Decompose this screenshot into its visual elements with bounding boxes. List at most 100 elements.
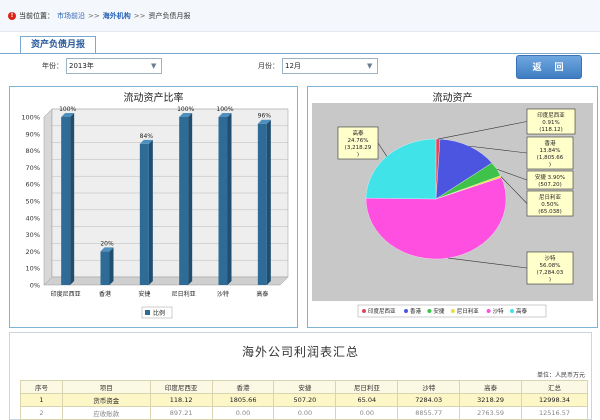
column-header: 高泰 (459, 380, 523, 394)
bar-side (266, 119, 271, 285)
bar-chart: 0% 10% 20% 30% 40% 50% 60% 70% 80% 90% 100% 100% 印度尼… (21, 106, 289, 319)
table-cell: 12516.57 (521, 406, 588, 420)
table-row[interactable]: 2 应收账款 897.21 0.00 0.00 0.00 8855.77 276… (20, 406, 588, 420)
bar (100, 251, 110, 285)
callout-label: ) (549, 277, 551, 283)
column-header: 汇总 (521, 380, 588, 394)
legend-label: 安捷 (433, 307, 445, 315)
table-cell: 1 (20, 393, 63, 407)
legend-label: 印度尼西亚 (368, 307, 396, 315)
table-cell: 3218.29 (459, 393, 523, 407)
filter-row: 年份： 2013年 ▼ 月份： 12月 ▼ (0, 58, 600, 76)
table-header-row: 序号 项目 印度尼西亚 香港 安捷 尼日利亚 沙特 高泰 汇总 (20, 380, 588, 394)
column-header: 印度尼西亚 (149, 380, 213, 394)
month-label: 月份： (258, 62, 279, 70)
table-cell: 897.21 (149, 406, 213, 420)
table-cell: 0.00 (335, 406, 399, 420)
summary-unit: 单位：人民币万元 (536, 372, 585, 379)
bar-side (109, 247, 114, 285)
table-cell: 65.04 (335, 393, 399, 407)
callout-label: 尼日利亚 (539, 193, 562, 201)
y-tick-label: 20% (26, 248, 40, 256)
pie-chart: 印度尼西亚0.91%(118.12)香港13.84%(1,805.66)安捷 3… (312, 103, 593, 318)
legend-swatch (510, 309, 514, 313)
callout-label: (7,284.03 (537, 270, 564, 276)
tab-divider (0, 53, 600, 54)
legend-label: 比例 (153, 309, 165, 317)
callout-label: 印度尼西亚 (537, 111, 565, 119)
column-header: 尼日利亚 (335, 380, 399, 394)
bar (61, 117, 71, 285)
breadcrumb-prefix: 当前位置： (19, 11, 54, 20)
location-icon: ! (8, 11, 16, 20)
bar (179, 117, 189, 285)
callout-label: 安捷 3.90% (535, 173, 565, 181)
back-button[interactable]: 返 回 (516, 55, 582, 79)
y-tick-label: 70% (26, 164, 40, 172)
callout-label: 13.84% (540, 148, 561, 154)
table-cell: 0.00 (211, 406, 275, 420)
legend-swatch (404, 309, 408, 313)
column-header: 序号 (20, 380, 63, 394)
table-cell: 7284.03 (397, 393, 461, 407)
callout-label: (507.20) (538, 182, 562, 188)
x-tick-label: 安捷 (138, 290, 150, 298)
bar-side (227, 113, 232, 285)
y-tick-label: 60% (26, 181, 40, 189)
pie-legend: 印度尼西亚 香港 安捷 尼日利亚 沙特 高泰 (357, 304, 547, 318)
x-tick-label: 印度尼西亚 (51, 290, 81, 298)
callout-label: (65.038) (538, 209, 562, 215)
callout-label: 0.50% (541, 202, 558, 208)
breadcrumb-separator: >> (133, 11, 146, 20)
bar-side (70, 113, 75, 285)
summary-panel: 海外公司利润表汇总 单位：人民币万元 序号 项目 印度尼西亚 香港 安捷 尼日利… (9, 332, 592, 420)
summary-table: 序号 项目 印度尼西亚 香港 安捷 尼日利亚 沙特 高泰 汇总 1 货币资金 1… (20, 380, 588, 420)
table-cell: 货币资金 (61, 393, 151, 407)
table-cell: 507.20 (273, 393, 337, 407)
chevron-down-icon: ▼ (367, 62, 373, 70)
callout-label: (3,218.29 (345, 145, 372, 151)
table-cell: 2763.59 (459, 406, 523, 420)
table-cell: 0.00 (273, 406, 337, 420)
callout-label: 香港 (544, 139, 556, 147)
bar-chart-panel: 流动资产比率 0% 10% 20% 30% 40% 50% 60% 70% 80% 90% 100%… (9, 86, 298, 328)
bar (218, 117, 228, 285)
legend-label: 沙特 (493, 307, 505, 315)
bar-data-label: 100% (59, 106, 76, 113)
year-select[interactable]: 2013年 ▼ (66, 58, 162, 74)
y-tick-label: 10% (26, 265, 40, 273)
bar-side (188, 113, 193, 285)
legend-label: 香港 (410, 307, 422, 315)
table-row[interactable]: 1 货币资金 118.12 1805.66 507.20 65.04 7284.… (20, 393, 588, 407)
y-tick-label: 80% (26, 147, 40, 155)
month-select[interactable]: 12月 ▼ (282, 58, 378, 74)
bar-data-label: 96% (258, 113, 272, 120)
chart-floor (43, 276, 289, 286)
callout-label: 沙特 (544, 254, 556, 262)
x-tick-label: 香港 (99, 290, 111, 298)
year-label: 年份： (42, 62, 63, 70)
callout-label: 56.08% (540, 263, 561, 269)
breadcrumb-item-overseas[interactable]: 海外机构 (103, 11, 131, 21)
pie-chart-panel: 流动资产 印度尼西亚 0.91% (118.12) 香港 13.84% (1,805.66… (307, 86, 598, 328)
callout-label: (1,805.66 (537, 155, 564, 161)
legend-swatch (450, 309, 455, 313)
table-cell: 1805.66 (211, 393, 275, 407)
bar-data-label: 84% (140, 133, 154, 140)
legend-swatch (486, 309, 491, 313)
y-tick-label: 90% (26, 130, 40, 138)
table-cell: 应收账款 (61, 406, 151, 420)
chart-side-wall (43, 108, 53, 286)
callout-label: 24.76% (348, 138, 369, 144)
y-tick-label: 0% (30, 282, 40, 290)
y-tick-label: 50% (26, 198, 40, 206)
chevron-down-icon: ▼ (151, 62, 157, 70)
breadcrumb: ! 当前位置： 市场前沿 >> 海外机构 >> 资产负债月报 (0, 0, 600, 32)
breadcrumb-item-market[interactable]: 市场前沿 (57, 11, 85, 21)
breadcrumb-separator: >> (88, 11, 100, 20)
tab-balance-report[interactable]: 资产负债月报 (20, 36, 96, 54)
bar-side (148, 139, 153, 285)
callout-label: ) (549, 162, 551, 168)
x-tick-label: 高泰 (256, 290, 268, 298)
summary-title: 海外公司利润表汇总 (241, 345, 359, 359)
